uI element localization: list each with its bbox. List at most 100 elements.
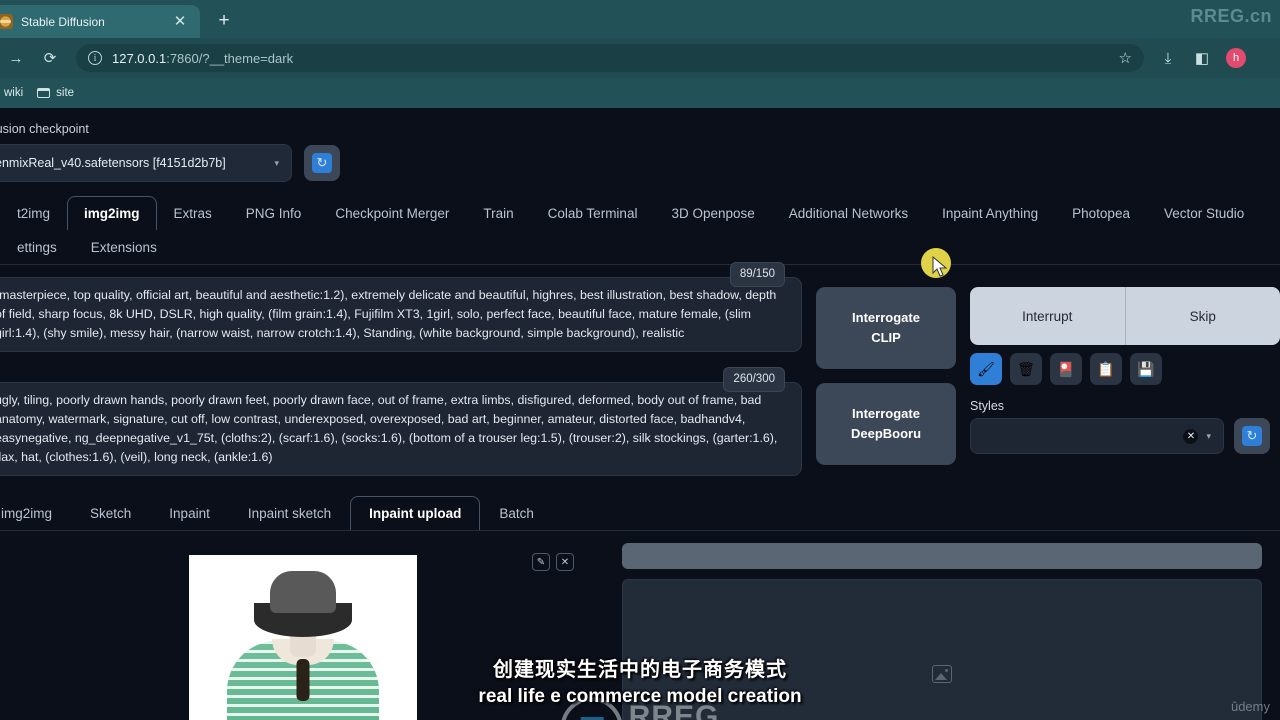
output-pane [622, 543, 1262, 720]
bookmark-item-wiki[interactable]: wiki [4, 87, 23, 99]
tab-vector-studio[interactable]: Vector Studio [1147, 196, 1261, 230]
page-watermark-topright: RREG.cn [1190, 6, 1272, 27]
interrupt-button[interactable]: Interrupt [970, 287, 1126, 345]
checkpoint-field: le Diffusion checkpoint enmixReal_v40.sa… [0, 122, 292, 182]
bookmark-label: wiki [4, 87, 24, 99]
lower-zone: ✎ ✕ [0, 543, 1280, 720]
skip-button[interactable]: Skip [1125, 287, 1280, 345]
prompt-column: 89/150 (masterpiece, top quality, offici… [0, 262, 802, 476]
bookmarks-bar: wiki site [0, 78, 1280, 108]
extra-networks-icon[interactable]: 🎴 [1050, 353, 1082, 385]
bucket-hat-crown [270, 571, 336, 613]
tab-additional-networks[interactable]: Additional Networks [772, 196, 925, 230]
generate-button-row: Interrupt Skip [970, 287, 1280, 345]
prompt-zone: 89/150 (masterpiece, top quality, offici… [0, 262, 1280, 476]
bookmark-item-site[interactable]: site [37, 87, 74, 99]
close-icon[interactable]: ✕ [170, 14, 190, 29]
tab-extensions[interactable]: Extensions [74, 230, 174, 264]
tab-png-info[interactable]: PNG Info [229, 196, 319, 230]
refresh-icon: ↻ [312, 153, 332, 173]
generate-controls-column: Interrupt Skip 🖌 🗑 🎴 📋 💾 Styles ✕ ▾ ↻ [970, 277, 1280, 476]
checkpoint-dropdown[interactable]: enmixReal_v40.safetensors [f4151d2b7b] ▾ [0, 144, 292, 182]
browser-toolbar: → ⟳ i 127.0.0.1:7860/?__theme=dark ☆ ⤓ ◧… [0, 38, 1280, 78]
refresh-icon: ↻ [1242, 426, 1262, 446]
side-panel-icon[interactable]: ◧ [1192, 49, 1212, 67]
positive-prompt-input[interactable]: 89/150 (masterpiece, top quality, offici… [0, 262, 802, 352]
positive-token-counter: 89/150 [729, 262, 785, 287]
interrogate-deepbooru-line1: Interrogate [852, 406, 920, 421]
main-tab-bar: t2img img2img Extras PNG Info Checkpoint… [0, 196, 1280, 265]
interrogate-clip-line2: CLIP [871, 330, 901, 345]
checkpoint-value: enmixReal_v40.safetensors [f4151d2b7b] [0, 156, 226, 170]
interrogate-deepbooru-line2: DeepBooru [850, 426, 922, 441]
downloads-icon[interactable]: ⤓ [1158, 50, 1178, 67]
output-gallery[interactable] [622, 579, 1262, 720]
url-text: 127.0.0.1:7860/?__theme=dark [112, 51, 1109, 66]
chevron-down-icon[interactable]: ▾ [274, 158, 279, 169]
subtab-batch[interactable]: Batch [480, 496, 553, 530]
edit-icon[interactable]: ✎ [532, 553, 550, 571]
trash-icon[interactable]: 🗑 [1010, 353, 1042, 385]
styles-dropdown[interactable]: ✕ ▾ [970, 418, 1224, 454]
tab-settings[interactable]: ettings [0, 230, 74, 264]
save-style-icon[interactable]: 💾 [1130, 353, 1162, 385]
site-info-icon[interactable]: i [88, 51, 102, 65]
subtab-img2img[interactable]: img2img [0, 496, 71, 530]
apply-style-icon[interactable]: 📋 [1090, 353, 1122, 385]
output-toolbar[interactable] [622, 543, 1262, 569]
clear-icon[interactable]: ✕ [1183, 428, 1199, 444]
bookmark-label: site [56, 87, 75, 99]
new-tab-button[interactable]: + [214, 11, 234, 30]
interrogate-column: Interrogate CLIP Interrogate DeepBooru [816, 277, 956, 476]
stable-diffusion-webui: le Diffusion checkpoint enmixReal_v40.sa… [0, 108, 1280, 720]
subtab-inpaint[interactable]: Inpaint [150, 496, 229, 530]
browser-tabstrip: Stable Diffusion ✕ + RREG.cn [0, 0, 1280, 38]
watermark-text: RREG.cn [1190, 6, 1272, 26]
tab-txt2img[interactable]: t2img [0, 196, 67, 230]
checkpoint-row: le Diffusion checkpoint enmixReal_v40.sa… [0, 108, 1280, 182]
reload-icon[interactable]: ⟳ [40, 49, 60, 67]
stable-diffusion-favicon-icon [0, 14, 13, 29]
checkpoint-label: le Diffusion checkpoint [0, 122, 89, 136]
refresh-styles-button[interactable]: ↻ [1234, 418, 1270, 454]
tab-train[interactable]: Train [466, 196, 530, 230]
tab-extras[interactable]: Extras [157, 196, 229, 230]
styles-label: Styles [970, 399, 1005, 413]
image-tool-row: ✎ ✕ [532, 553, 574, 571]
styles-row: ✕ ▾ ↻ [970, 418, 1280, 454]
tab-checkpoint-merger[interactable]: Checkpoint Merger [318, 196, 466, 230]
prompt-icon-row: 🖌 🗑 🎴 📋 💾 [970, 353, 1280, 385]
interrogate-clip-line1: Interrogate [852, 310, 920, 325]
subtab-sketch[interactable]: Sketch [71, 496, 150, 530]
negative-prompt-text: ugly, tiling, poorly drawn hands, poorly… [0, 393, 778, 464]
positive-prompt-text: (masterpiece, top quality, official art,… [0, 288, 777, 340]
interrogate-deepbooru-button[interactable]: Interrogate DeepBooru [816, 383, 956, 465]
subtab-inpaint-upload[interactable]: Inpaint upload [350, 496, 481, 530]
tab-inpaint-anything[interactable]: Inpaint Anything [925, 196, 1055, 230]
subtab-inpaint-sketch[interactable]: Inpaint sketch [229, 496, 350, 530]
folder-icon [37, 88, 51, 98]
browser-tab-stable-diffusion[interactable]: Stable Diffusion ✕ [0, 5, 200, 38]
browser-tab-title: Stable Diffusion [21, 14, 105, 29]
refresh-checkpoint-button[interactable]: ↻ [304, 145, 340, 181]
chevron-down-icon[interactable]: ▾ [1206, 431, 1211, 442]
mouse-pointer-icon [932, 256, 948, 277]
paintbrush-icon[interactable]: 🖌 [970, 353, 1002, 385]
remove-image-icon[interactable]: ✕ [556, 553, 574, 571]
udemy-watermark: ûdemy [1230, 699, 1270, 714]
input-image-pane: ✎ ✕ [0, 543, 602, 720]
bookmark-star-icon[interactable]: ☆ [1119, 49, 1132, 67]
tab-photopea[interactable]: Photopea [1055, 196, 1147, 230]
negative-prompt-input[interactable]: 260/300 ugly, tiling, poorly drawn hands… [0, 367, 802, 476]
tab-3d-openpose[interactable]: 3D Openpose [654, 196, 771, 230]
sunglasses-accessory [296, 659, 310, 701]
avatar[interactable]: h [1226, 48, 1246, 68]
url-path: :7860/?__theme=dark [166, 50, 294, 66]
tab-colab-terminal[interactable]: Colab Terminal [531, 196, 655, 230]
uploaded-image-thumbnail[interactable] [189, 555, 417, 720]
img2img-sub-tab-bar: img2img Sketch Inpaint Inpaint sketch In… [0, 496, 1280, 531]
tab-img2img[interactable]: img2img [67, 196, 157, 230]
forward-icon[interactable]: → [6, 50, 26, 67]
interrogate-clip-button[interactable]: Interrogate CLIP [816, 287, 956, 369]
address-bar[interactable]: i 127.0.0.1:7860/?__theme=dark ☆ [76, 44, 1144, 72]
